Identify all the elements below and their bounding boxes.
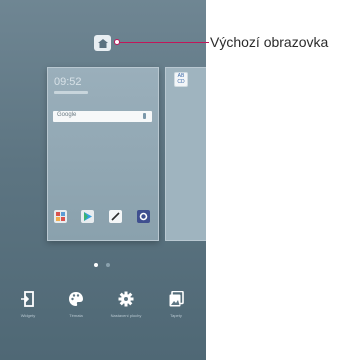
settings-icon [118,291,134,307]
callout-marker [114,39,120,45]
home-screen-marker-button[interactable] [94,35,111,51]
theme-button[interactable] [65,288,87,310]
app-folder-icon [54,210,67,223]
widgets-button[interactable] [17,288,39,310]
google-search-widget: Google [53,111,152,122]
home-settings-button[interactable] [115,288,137,310]
home-settings-label: Nastavení plochy [110,313,142,318]
callout-label: Výchozí obrazovka [210,34,329,50]
preview-date-line [54,91,88,94]
home-icon [97,38,108,48]
callout-line [117,42,209,43]
wallpaper-button[interactable] [165,288,187,310]
side-app-icon: AB CD [174,72,188,87]
mic-icon [143,113,146,119]
page-indicator [106,263,110,267]
theme-icon [69,292,83,306]
home-screen-preview[interactable]: 09:52 Google [47,67,159,241]
wallpaper-label: Tapety [170,313,182,318]
wallpaper-icon [169,291,184,307]
home-screen-edit-mode: 09:52 Google AB CD Widgety Témata Nastav… [0,0,206,360]
google-search-label: Google [57,112,77,118]
page-indicator-active [94,263,98,267]
preview-clock: 09:52 [54,76,82,88]
settings-app-icon [137,210,150,223]
play-store-icon [81,210,94,223]
widgets-label: Widgety [20,313,36,318]
next-page-preview[interactable]: AB CD [165,67,206,241]
notes-icon [109,210,122,223]
widgets-icon [21,291,34,307]
theme-label: Témata [69,313,83,318]
